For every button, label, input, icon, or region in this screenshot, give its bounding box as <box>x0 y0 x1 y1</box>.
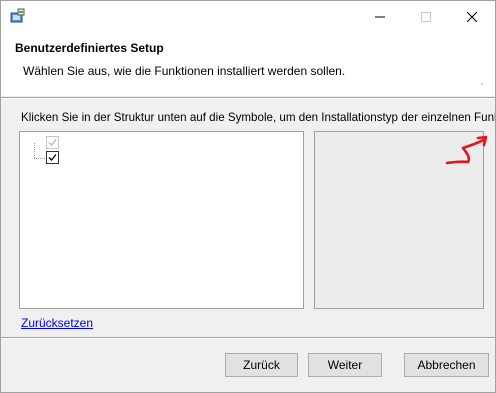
feature-checkbox-child[interactable] <box>46 151 59 164</box>
close-icon <box>467 11 477 22</box>
tree-connector <box>34 158 45 159</box>
cancel-button[interactable]: Abbrechen <box>404 353 489 377</box>
installer-icon <box>10 8 26 24</box>
header-separator <box>1 97 495 99</box>
close-button[interactable] <box>449 1 495 32</box>
checkmark-icon <box>48 154 57 161</box>
page-subtitle: Wählen Sie aus, wie die Funktionen insta… <box>23 64 346 78</box>
feature-tree[interactable] <box>19 131 304 309</box>
feature-checkbox-root[interactable] <box>46 136 59 149</box>
header-banner: Benutzerdefiniertes Setup Wählen Sie aus… <box>1 32 495 96</box>
instruction-text: Klicken Sie in der Struktur unten auf di… <box>21 111 496 124</box>
setup-window: Benutzerdefiniertes Setup Wählen Sie aus… <box>0 0 496 393</box>
back-button[interactable]: Zurück <box>225 353 298 377</box>
page-title: Benutzerdefiniertes Setup <box>15 41 164 55</box>
reset-link[interactable]: Zurücksetzen <box>21 316 93 330</box>
next-button[interactable]: Weiter <box>308 353 382 377</box>
checkmark-icon <box>48 139 57 146</box>
title-bar <box>1 1 495 32</box>
red-arrow-annotation <box>445 135 488 165</box>
footer-separator <box>1 337 495 339</box>
minimize-icon <box>375 16 385 17</box>
tree-connector <box>34 143 35 158</box>
minimize-button[interactable] <box>357 1 403 32</box>
maximize-icon <box>421 11 431 22</box>
maximize-button[interactable] <box>403 1 449 32</box>
header-dot <box>481 83 483 85</box>
